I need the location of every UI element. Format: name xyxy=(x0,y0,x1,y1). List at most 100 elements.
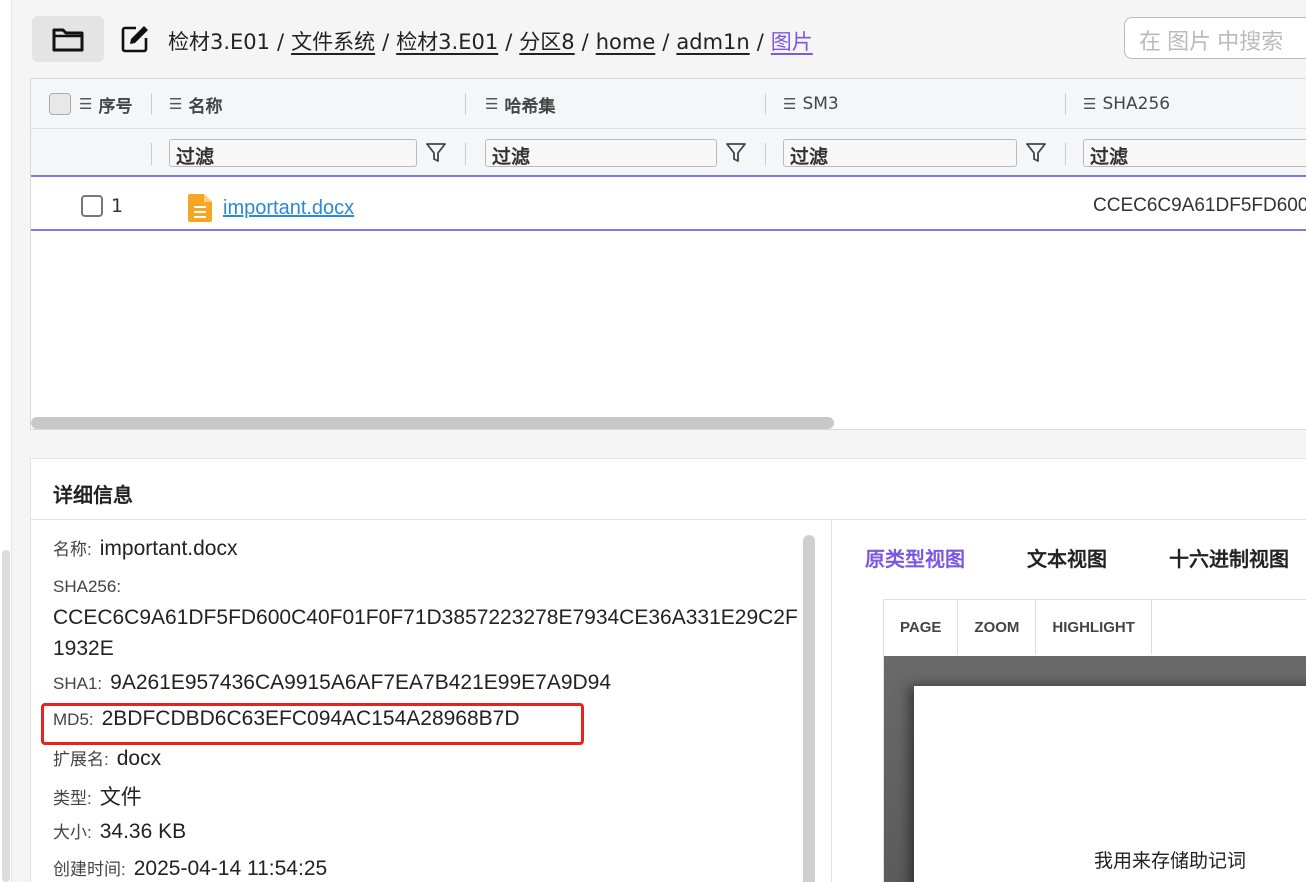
top-bar: 检材3.E01 / 文件系统 / 检材3.E01 / 分区8 / home / … xyxy=(12,0,1306,78)
property-label: 大小: xyxy=(53,823,92,842)
property-name: 名称: important.docx xyxy=(53,535,237,561)
column-label: SHA256 xyxy=(1102,94,1171,114)
breadcrumb: 检材3.E01 / 文件系统 / 检材3.E01 / 分区8 / home / … xyxy=(168,26,813,56)
search-input[interactable]: 在 图片 中搜索 xyxy=(1124,17,1306,59)
file-name-link[interactable]: important.docx xyxy=(223,197,354,220)
row-index: 1 xyxy=(111,195,124,217)
divider xyxy=(831,519,832,882)
folder-button[interactable] xyxy=(32,16,104,62)
property-label: 创建时间: xyxy=(53,860,126,879)
property-value: 9A261E957436CA9915A6AF7EA7B421E99E7A9D94 xyxy=(110,671,612,694)
column-menu-icon[interactable]: ☰ xyxy=(169,95,182,113)
horizontal-scrollbar[interactable] xyxy=(31,417,834,429)
tab-hex-view[interactable]: 十六进制视图 xyxy=(1169,543,1289,572)
property-extension: 扩展名: docx xyxy=(53,745,161,771)
tab-text-view[interactable]: 文本视图 xyxy=(1027,543,1107,572)
column-label: SM3 xyxy=(802,94,839,114)
edit-icon[interactable] xyxy=(120,24,150,54)
breadcrumb-separator: / xyxy=(505,30,513,54)
document-icon xyxy=(188,194,212,222)
property-label: 类型: xyxy=(53,789,92,808)
tab-native-view[interactable]: 原类型视图 xyxy=(865,543,965,572)
divider xyxy=(31,519,1306,520)
viewer-toolbar: PAGE ZOOM HIGHLIGHT xyxy=(884,600,1152,654)
column-label: 名称 xyxy=(188,96,223,117)
row-checkbox[interactable] xyxy=(81,195,103,217)
property-label: 扩展名: xyxy=(53,750,109,769)
breadcrumb-item[interactable]: home xyxy=(596,30,656,54)
breadcrumb-separator: / xyxy=(277,30,285,54)
sha256-filter-input[interactable]: 过滤 xyxy=(1083,139,1306,168)
row-sha256: CCEC6C9A61DF5FD600 xyxy=(1093,195,1306,216)
sm3-filter-input[interactable]: 过滤 xyxy=(783,139,1017,168)
column-divider[interactable] xyxy=(465,93,466,115)
column-label: 哈希集 xyxy=(504,96,556,117)
property-type: 类型: 文件 xyxy=(53,781,142,811)
detail-title: 详细信息 xyxy=(53,485,133,507)
property-sha256: SHA256: CCEC6C9A61DF5FD600C40F01F0F71D38… xyxy=(53,571,805,664)
breadcrumb-separator: / xyxy=(581,30,589,54)
column-header-name[interactable]: ☰ 名称 xyxy=(169,79,222,129)
breadcrumb-current[interactable]: 图片 xyxy=(771,26,813,56)
property-label: SHA256: xyxy=(53,577,122,596)
breadcrumb-item[interactable]: 分区8 xyxy=(519,26,574,56)
property-sha1: SHA1: 9A261E957436CA9915A6AF7EA7B421E99E7… xyxy=(53,671,611,695)
file-table: ☰ 序号 ☰ 名称 ☰ 哈希集 ☰ SM3 ☰ SHA256 过滤 过滤 过滤 … xyxy=(30,78,1306,430)
detail-panel: 详细信息 名称: important.docx SHA256: CCEC6C9A6… xyxy=(30,458,1306,882)
column-header-sm3[interactable]: ☰ SM3 xyxy=(783,79,839,129)
property-label: 名称: xyxy=(53,540,92,559)
filter-icon[interactable] xyxy=(725,141,747,165)
column-divider xyxy=(151,143,152,165)
breadcrumb-item[interactable]: 检材3.E01 xyxy=(168,26,270,56)
column-divider[interactable] xyxy=(151,93,152,115)
column-menu-icon[interactable]: ☰ xyxy=(1083,95,1096,113)
property-created: 创建时间: 2025-04-14 11:54:25 xyxy=(53,855,327,881)
breadcrumb-item[interactable]: 文件系统 xyxy=(291,26,375,56)
document-page: 我用来存储助记词 xyxy=(914,686,1306,882)
breadcrumb-separator: / xyxy=(662,30,670,54)
left-scrollbar[interactable] xyxy=(2,550,10,882)
property-value: 34.36 KB xyxy=(99,820,187,843)
table-header: ☰ 序号 ☰ 名称 ☰ 哈希集 ☰ SM3 ☰ SHA256 xyxy=(31,79,1306,129)
column-menu-icon[interactable]: ☰ xyxy=(79,95,92,113)
column-header-hashset[interactable]: ☰ 哈希集 xyxy=(485,79,555,129)
property-size: 大小: 34.36 KB xyxy=(53,818,186,844)
column-menu-icon[interactable]: ☰ xyxy=(783,95,796,113)
column-label: 序号 xyxy=(98,96,133,117)
column-header-index[interactable]: ☰ 序号 xyxy=(79,79,132,129)
property-value: 2025-04-14 11:54:25 xyxy=(133,857,328,880)
property-value: 文件 xyxy=(99,786,142,809)
column-divider xyxy=(765,143,766,165)
page-text: 我用来存储助记词 xyxy=(1094,850,1247,872)
left-rail xyxy=(0,0,12,882)
document-viewer: PAGE ZOOM HIGHLIGHT 我用来存储助记词 xyxy=(883,599,1306,882)
breadcrumb-item[interactable]: adm1n xyxy=(676,30,749,54)
column-menu-icon[interactable]: ☰ xyxy=(485,95,498,113)
select-all-checkbox[interactable] xyxy=(49,93,71,115)
column-divider xyxy=(1065,143,1066,165)
breadcrumb-separator: / xyxy=(382,30,390,54)
vertical-scrollbar[interactable] xyxy=(803,535,815,882)
column-divider[interactable] xyxy=(765,93,766,115)
column-divider[interactable] xyxy=(1065,93,1066,115)
table-row[interactable]: 1 important.docx CCEC6C9A61DF5FD600 xyxy=(31,179,1306,231)
page-button[interactable]: PAGE xyxy=(884,600,959,654)
zoom-button[interactable]: ZOOM xyxy=(958,600,1037,654)
column-header-sha256[interactable]: ☰ SHA256 xyxy=(1083,79,1170,129)
property-label: SHA1: xyxy=(53,674,103,693)
property-value: docx xyxy=(116,747,162,770)
property-value: CCEC6C9A61DF5FD600C40F01F0F71D3857223278… xyxy=(53,606,798,660)
viewer-canvas: 我用来存储助记词 xyxy=(884,656,1306,882)
highlight-button[interactable]: HIGHLIGHT xyxy=(1036,600,1152,654)
filter-icon[interactable] xyxy=(1025,141,1047,165)
filter-icon[interactable] xyxy=(425,141,447,165)
view-tabs: 原类型视图 文本视图 十六进制视图 xyxy=(865,543,1289,572)
property-value: important.docx xyxy=(99,537,238,560)
hashset-filter-input[interactable]: 过滤 xyxy=(485,139,717,168)
breadcrumb-separator: / xyxy=(756,30,764,54)
breadcrumb-item[interactable]: 检材3.E01 xyxy=(396,26,498,56)
column-divider xyxy=(465,143,466,165)
filter-row: 过滤 过滤 过滤 过滤 xyxy=(31,129,1306,177)
name-filter-input[interactable]: 过滤 xyxy=(169,139,417,168)
folder-icon xyxy=(52,28,84,52)
